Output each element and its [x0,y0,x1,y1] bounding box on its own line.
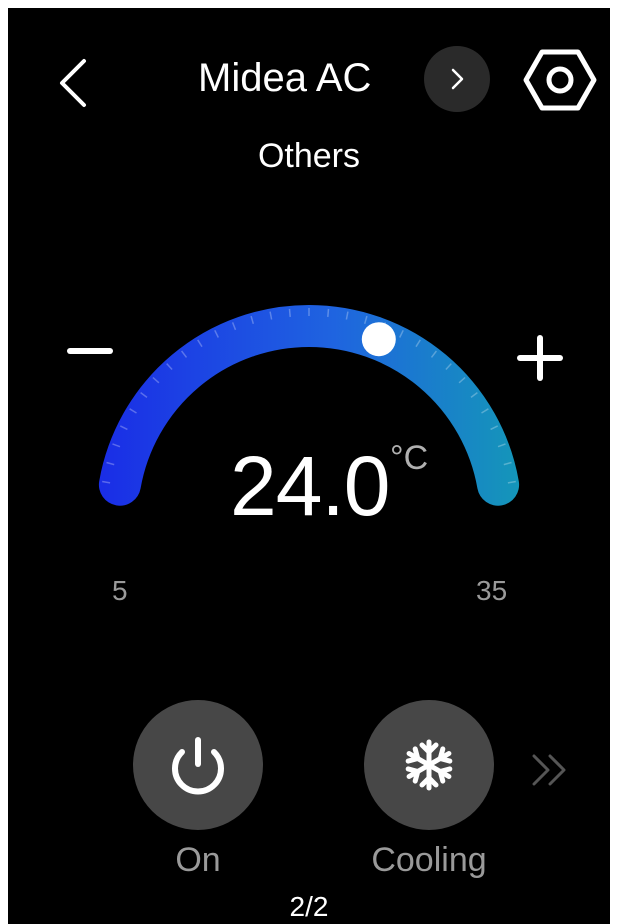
next-device-button[interactable] [424,46,490,112]
temperature-unit: °C [390,439,429,477]
mode-label: Cooling [371,841,487,879]
increase-temp-button[interactable] [508,326,572,390]
device-title: Midea AC [198,56,372,100]
power-button[interactable] [133,700,263,830]
chevron-right-icon [451,68,464,90]
range-max-label: 35 [476,575,508,606]
double-chevron-right-icon [532,754,566,786]
hex-gear-icon [523,49,597,111]
dial-tick [288,308,291,317]
mode-button[interactable] [364,700,494,830]
snowflake-icon [405,739,453,791]
temperature-value: 24.0 [230,439,390,533]
more-controls-button[interactable] [526,750,576,790]
room-label: Others [257,137,361,175]
minus-icon [67,348,113,354]
range-min-label: 5 [112,575,128,606]
dial-tick [327,308,330,317]
setpoint-knob[interactable] [361,322,396,357]
power-icon [172,737,224,795]
settings-button[interactable] [522,42,598,118]
plus-icon [517,335,563,381]
back-button[interactable] [48,53,98,113]
power-label: On [175,841,221,879]
chevron-left-icon [60,59,86,107]
ac-control-screen: Midea AC Others 24.0 °C 5 35 On Cooling … [8,8,610,924]
decrease-temp-button[interactable] [60,326,120,376]
page-indicator: 2/2 [289,891,329,922]
